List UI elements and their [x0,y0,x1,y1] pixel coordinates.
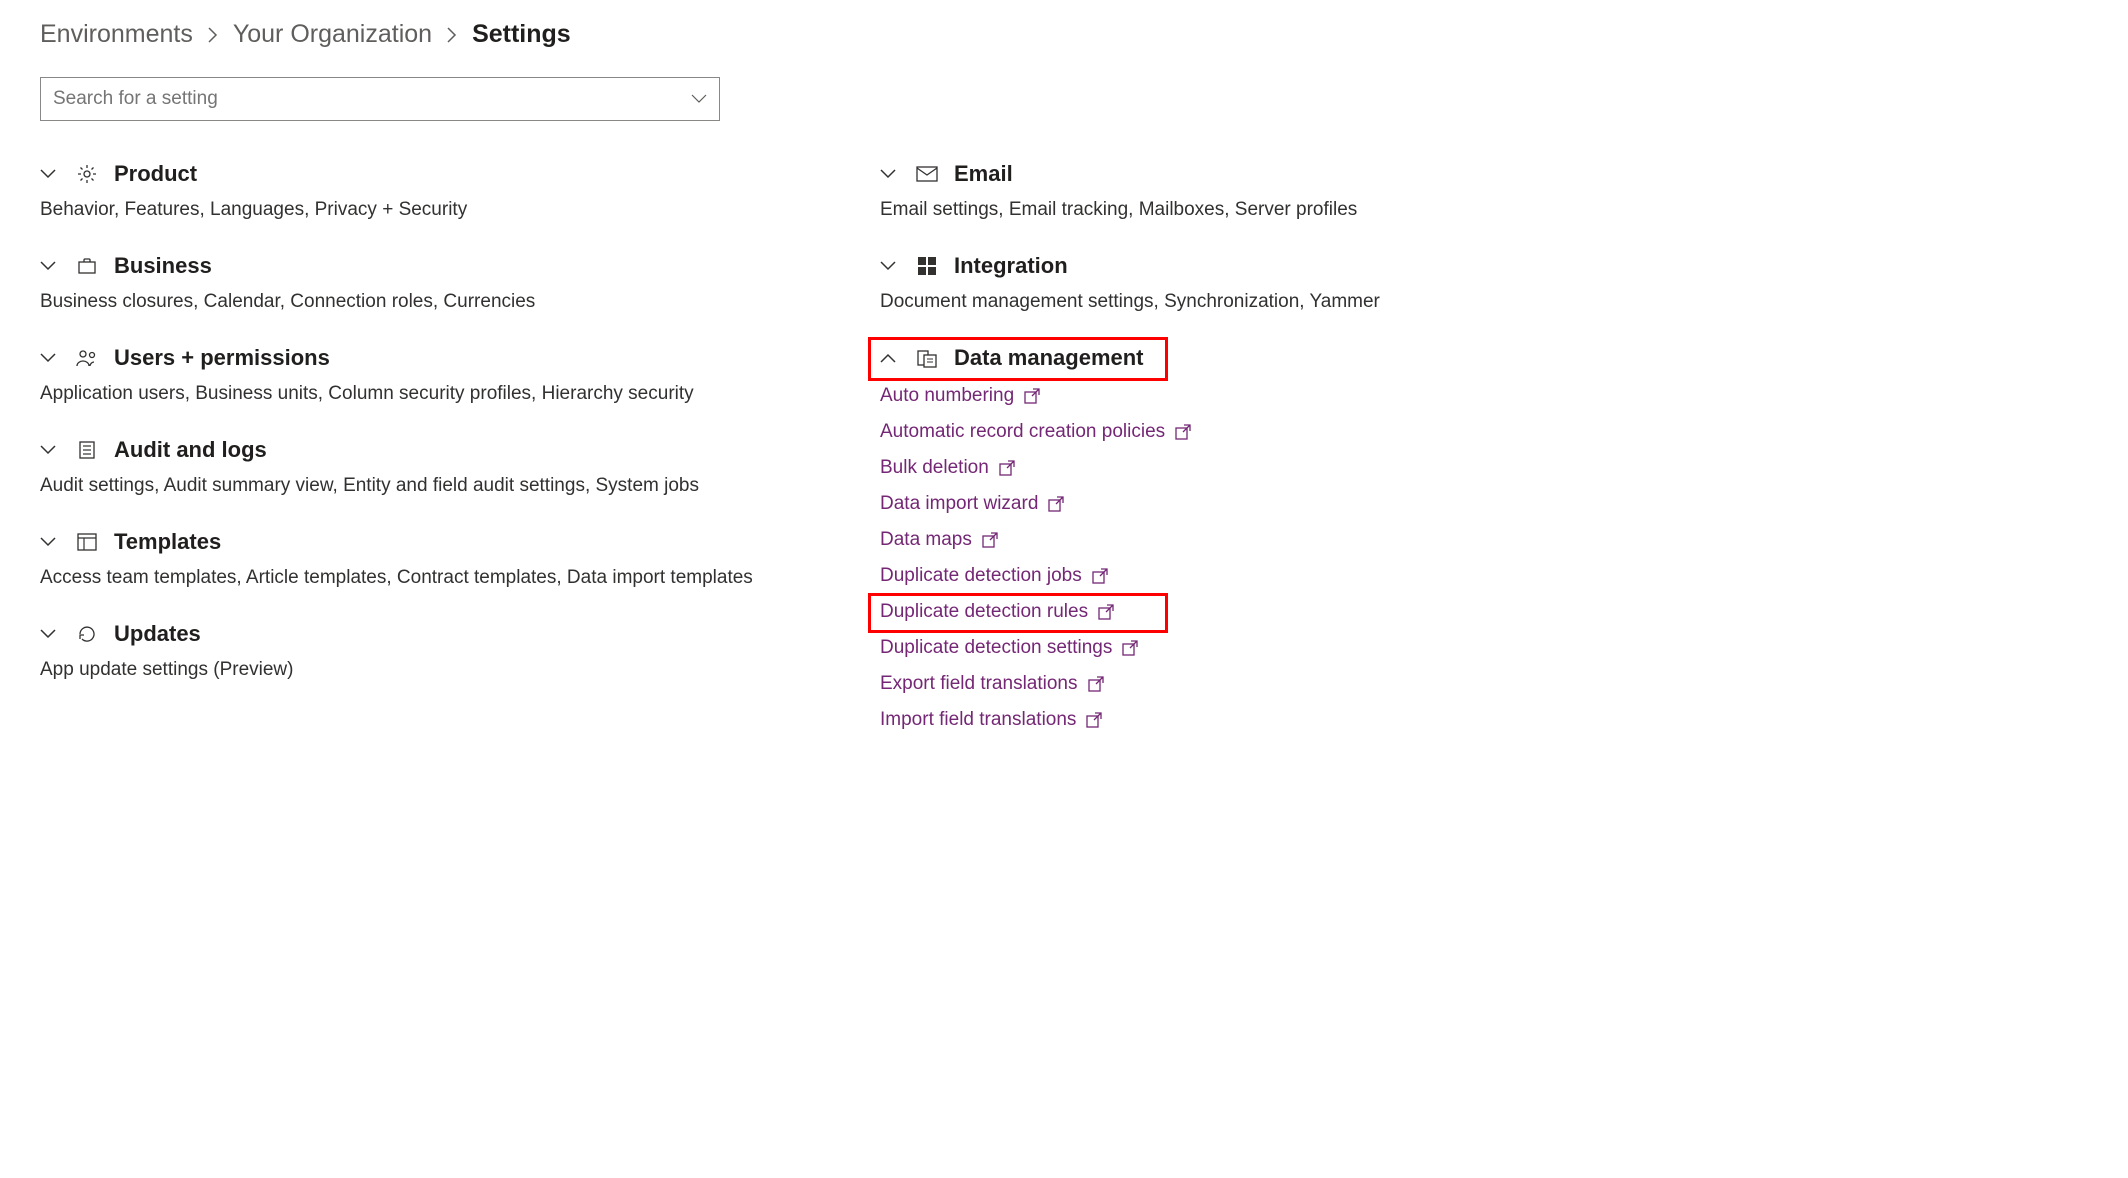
link-label: Duplicate detection jobs [880,565,1082,587]
chevron-down-icon [40,261,60,271]
breadcrumb-environments[interactable]: Environments [40,20,193,49]
chevron-down-icon [40,629,60,639]
link-label: Duplicate detection settings [880,637,1112,659]
section-desc: App update settings (Preview) [40,659,800,681]
search-input[interactable] [40,77,720,121]
section-desc: Behavior, Features, Languages, Privacy +… [40,199,800,221]
section-header-updates[interactable]: Updates [40,621,800,647]
template-icon [76,533,98,551]
chevron-down-icon [691,94,707,104]
database-icon [916,348,938,368]
link-label: Import field translations [880,709,1076,731]
refresh-icon [76,624,98,644]
breadcrumb-organization[interactable]: Your Organization [233,20,432,49]
section-title: Users + permissions [114,345,330,371]
section-desc: Application users, Business units, Colum… [40,383,800,405]
section-integration: Integration Document management settings… [880,253,1640,313]
chevron-right-icon [207,26,219,44]
link-import-field-translations[interactable]: Import field translations [880,709,1640,731]
mail-icon [916,166,938,182]
right-column: Email Email settings, Email tracking, Ma… [880,161,1640,763]
section-desc: Document management settings, Synchroniz… [880,291,1640,313]
link-duplicate-detection-rules[interactable]: Duplicate detection rules [880,601,1640,623]
link-label: Duplicate detection rules [880,601,1088,623]
section-title: Templates [114,529,221,555]
breadcrumb: Environments Your Organization Settings [40,20,2088,49]
link-export-field-translations[interactable]: Export field translations [880,673,1640,695]
section-title: Data management [954,345,1144,371]
section-header-users[interactable]: Users + permissions [40,345,800,371]
section-header-templates[interactable]: Templates [40,529,800,555]
section-desc: Audit settings, Audit summary view, Enti… [40,475,800,497]
section-desc: Business closures, Calendar, Connection … [40,291,800,313]
section-audit: Audit and logs Audit settings, Audit sum… [40,437,800,497]
chevron-down-icon [40,537,60,547]
breadcrumb-current: Settings [472,20,571,49]
section-header-product[interactable]: Product [40,161,800,187]
chevron-down-icon [40,445,60,455]
gear-icon [76,164,98,184]
section-title: Email [954,161,1013,187]
link-label: Auto numbering [880,385,1014,407]
people-icon [76,348,98,368]
list-icon [76,440,98,460]
left-column: Product Behavior, Features, Languages, P… [40,161,800,763]
section-header-data-management[interactable]: Data management [880,345,1640,371]
external-link-icon [1092,568,1108,584]
external-link-icon [1122,640,1138,656]
external-link-icon [1048,496,1064,512]
section-header-business[interactable]: Business [40,253,800,279]
data-management-links: Auto numbering Automatic record creation… [880,385,1640,731]
external-link-icon [999,460,1015,476]
section-title: Business [114,253,212,279]
section-users: Users + permissions Application users, B… [40,345,800,405]
external-link-icon [1098,604,1114,620]
link-data-maps[interactable]: Data maps [880,529,1640,551]
link-auto-numbering[interactable]: Auto numbering [880,385,1640,407]
external-link-icon [1088,676,1104,692]
external-link-icon [1175,424,1191,440]
search-field[interactable] [53,88,691,110]
section-data-management: Data management Auto numbering Automatic… [880,345,1640,731]
chevron-right-icon [446,26,458,44]
chevron-down-icon [40,353,60,363]
link-duplicate-detection-jobs[interactable]: Duplicate detection jobs [880,565,1640,587]
section-desc: Email settings, Email tracking, Mailboxe… [880,199,1640,221]
section-header-audit[interactable]: Audit and logs [40,437,800,463]
section-header-integration[interactable]: Integration [880,253,1640,279]
external-link-icon [1024,388,1040,404]
external-link-icon [982,532,998,548]
section-business: Business Business closures, Calendar, Co… [40,253,800,313]
section-title: Audit and logs [114,437,267,463]
section-header-email[interactable]: Email [880,161,1640,187]
settings-columns: Product Behavior, Features, Languages, P… [40,161,2088,763]
external-link-icon [1086,712,1102,728]
link-bulk-deletion[interactable]: Bulk deletion [880,457,1640,479]
section-email: Email Email settings, Email tracking, Ma… [880,161,1640,221]
section-updates: Updates App update settings (Preview) [40,621,800,681]
section-title: Integration [954,253,1068,279]
link-duplicate-detection-settings[interactable]: Duplicate detection settings [880,637,1640,659]
chevron-down-icon [880,261,900,271]
link-label: Bulk deletion [880,457,989,479]
link-label: Data import wizard [880,493,1038,515]
link-label: Export field translations [880,673,1078,695]
section-title: Product [114,161,197,187]
section-desc: Access team templates, Article templates… [40,567,800,589]
link-label: Automatic record creation policies [880,421,1165,443]
link-data-import-wizard[interactable]: Data import wizard [880,493,1640,515]
windows-icon [916,257,938,275]
link-label: Data maps [880,529,972,551]
section-templates: Templates Access team templates, Article… [40,529,800,589]
link-automatic-record-creation[interactable]: Automatic record creation policies [880,421,1640,443]
chevron-down-icon [880,169,900,179]
chevron-up-icon [880,353,900,363]
chevron-down-icon [40,169,60,179]
section-title: Updates [114,621,201,647]
section-product: Product Behavior, Features, Languages, P… [40,161,800,221]
briefcase-icon [76,256,98,276]
